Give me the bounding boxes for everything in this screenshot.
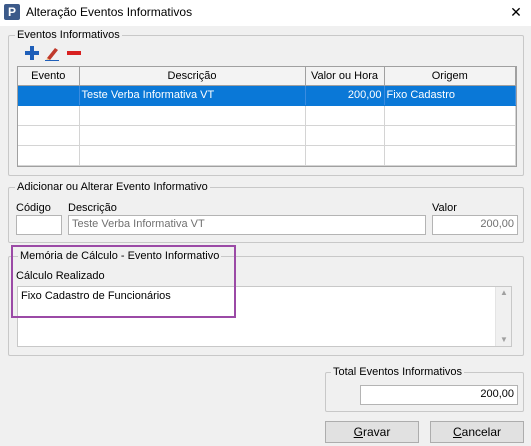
- cell-evento[interactable]: [18, 145, 80, 166]
- gravar-button[interactable]: Gravar: [325, 421, 419, 443]
- table-row[interactable]: [18, 105, 516, 126]
- codigo-label: Código: [16, 202, 51, 214]
- cell-evento[interactable]: [18, 125, 80, 146]
- edit-group-legend: Adicionar ou Alterar Evento Informativo: [15, 181, 210, 193]
- column-header-evento[interactable]: Evento: [18, 67, 80, 86]
- cell-descricao[interactable]: [79, 125, 306, 146]
- cancelar-button[interactable]: Cancelar: [430, 421, 524, 443]
- plus-icon[interactable]: [24, 45, 40, 61]
- cancelar-label: ancelar: [461, 425, 502, 439]
- valor-field[interactable]: 200,00: [432, 215, 518, 235]
- cell-origem[interactable]: [384, 125, 516, 146]
- valor-label: Valor: [432, 202, 457, 214]
- cancelar-accel: C: [452, 425, 462, 439]
- column-header-descricao[interactable]: Descrição: [79, 67, 306, 86]
- table-row[interactable]: [18, 125, 516, 146]
- table-row[interactable]: [18, 145, 516, 166]
- cell-origem[interactable]: [384, 145, 516, 166]
- cell-origem[interactable]: Fixo Cadastro: [384, 85, 516, 106]
- cell-descricao[interactable]: Teste Verba Informativa VT: [79, 85, 306, 106]
- gravar-accel: G: [353, 425, 363, 439]
- scroll-up-icon[interactable]: ▲: [496, 287, 512, 299]
- table-row[interactable]: Teste Verba Informativa VT 200,00 Fixo C…: [18, 85, 516, 106]
- close-button[interactable]: ✕: [505, 2, 527, 22]
- minus-icon[interactable]: [66, 45, 82, 61]
- total-group-legend: Total Eventos Informativos: [331, 366, 465, 378]
- cell-valor[interactable]: [305, 145, 385, 166]
- app-icon: P: [4, 4, 20, 20]
- gravar-label: ravar: [363, 425, 391, 439]
- scroll-down-icon[interactable]: ▼: [496, 334, 512, 346]
- vertical-scrollbar[interactable]: ▲ ▼: [495, 287, 511, 346]
- cell-evento[interactable]: [18, 85, 80, 106]
- cell-valor[interactable]: [305, 125, 385, 146]
- total-field: 200,00: [360, 385, 518, 405]
- window-title: Alteração Eventos Informativos: [26, 5, 193, 19]
- cell-valor[interactable]: [305, 105, 385, 126]
- descricao-field[interactable]: Teste Verba Informativa VT: [68, 215, 426, 235]
- column-header-valor[interactable]: Valor ou Hora: [305, 67, 385, 86]
- eventos-table[interactable]: Evento Descrição Valor ou Hora Origem Te…: [17, 66, 517, 167]
- eventos-group-legend: Eventos Informativos: [15, 29, 122, 41]
- cell-valor[interactable]: 200,00: [305, 85, 385, 106]
- cell-descricao[interactable]: [79, 105, 306, 126]
- cell-descricao[interactable]: [79, 145, 306, 166]
- descricao-label: Descrição: [68, 202, 117, 214]
- cell-evento[interactable]: [18, 105, 80, 126]
- column-header-origem[interactable]: Origem: [384, 67, 516, 86]
- pencil-icon[interactable]: [44, 45, 60, 61]
- highlight-box: [11, 245, 236, 318]
- cell-origem[interactable]: [384, 105, 516, 126]
- codigo-field[interactable]: [16, 215, 62, 235]
